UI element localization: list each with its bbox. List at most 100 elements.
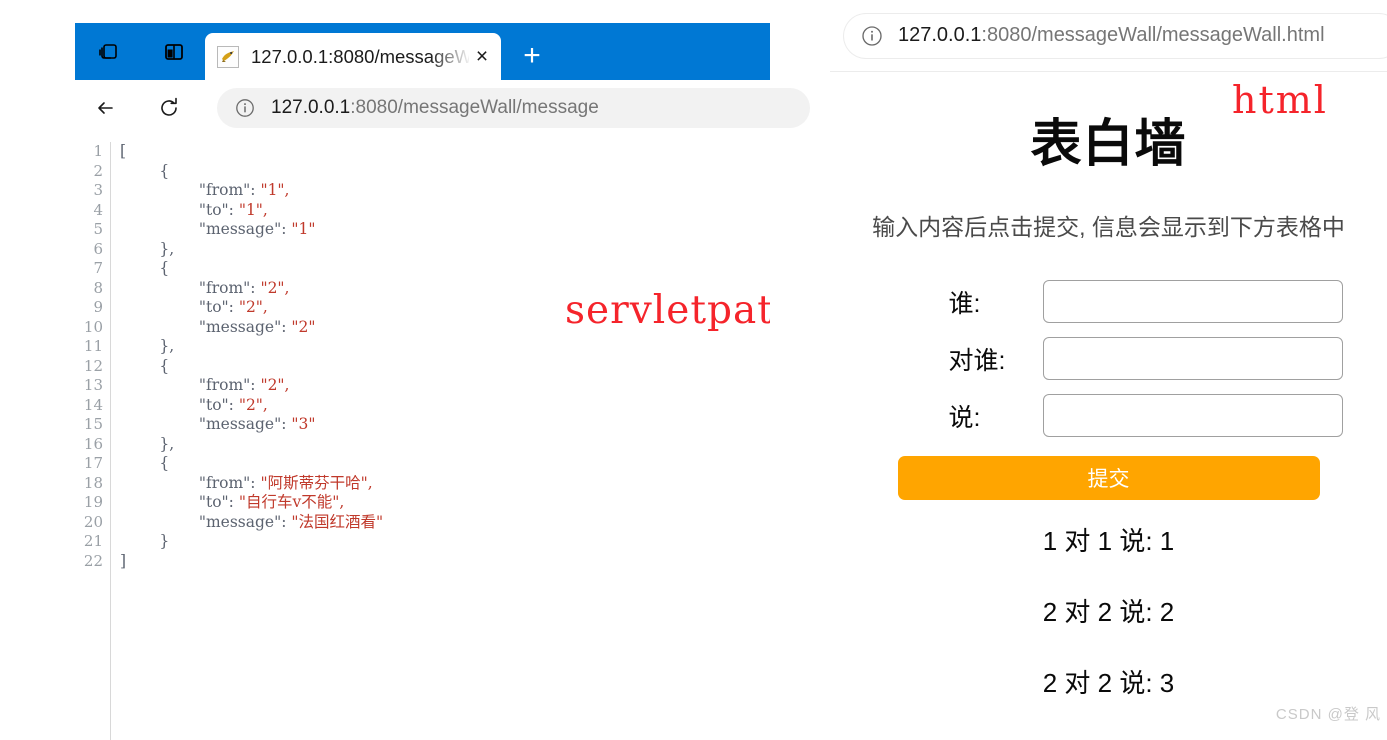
json-punctuation: [ (120, 142, 127, 160)
edge-browser-window: 127.0.0.1:8080/messageWall/mes × + (75, 23, 810, 740)
line-number: 21 (83, 532, 103, 550)
message-item: 阿斯蒂芬干哈 对 自行车v不能 说: 法国红酒看 (830, 734, 1387, 740)
line-number: 1 (93, 142, 103, 160)
tab-groups-icon[interactable] (97, 39, 123, 65)
line-number: 19 (83, 493, 103, 511)
json-colon: : (250, 376, 261, 394)
url-host: 127.0.0.1 (898, 24, 982, 46)
line-number: 11 (83, 337, 103, 355)
code-line: }, (120, 240, 770, 260)
json-code-body: [ { "from": "1", "to": "1", "message": "… (111, 142, 770, 740)
reload-icon[interactable] (151, 90, 187, 126)
json-key: "message" (120, 220, 282, 238)
json-value: "2", (260, 376, 290, 394)
url-path: :8080/messageWall/messageWall.html (981, 24, 1325, 46)
json-value: "1", (260, 181, 290, 199)
line-number: 15 (83, 415, 103, 433)
message-item: 1 对 1 说: 1 (1042, 526, 1175, 556)
json-key: "to" (120, 493, 229, 511)
line-number: 3 (93, 181, 103, 199)
line-number: 18 (83, 473, 103, 492)
code-line: ] (120, 552, 770, 572)
right-address-bar[interactable]: 127.0.0.1:8080/messageWall/messageWall.h… (844, 13, 1387, 58)
code-line: "to": "2", (120, 396, 770, 416)
field-input-from[interactable] (1042, 280, 1343, 323)
json-value: "2", (260, 278, 290, 297)
line-number: 7 (93, 259, 103, 277)
new-tab-button[interactable]: + (515, 39, 549, 73)
code-line: { (120, 357, 770, 377)
json-colon: : (250, 181, 261, 199)
field-input-to[interactable] (1042, 337, 1343, 380)
json-key: "from" (120, 181, 251, 199)
json-punctuation: } (120, 532, 170, 550)
json-colon: : (228, 200, 239, 219)
json-key: "to" (120, 200, 229, 219)
split-screen-icon[interactable] (161, 39, 187, 65)
json-key: "from" (120, 376, 251, 394)
back-arrow-icon[interactable] (89, 90, 125, 126)
servletpath-annotation: servletpath (565, 288, 770, 333)
code-line: { (120, 454, 770, 474)
line-number: 12 (83, 356, 103, 375)
form-row: 说: (848, 394, 1387, 437)
json-colon: : (250, 278, 261, 297)
json-punctuation: }, (120, 434, 175, 453)
code-line: }, (120, 435, 770, 455)
json-key: "message" (120, 415, 282, 433)
json-punctuation: { (120, 454, 170, 472)
code-line: "to": "自行车v不能", (120, 493, 770, 513)
csdn-watermark: CSDN @登 风 (1275, 706, 1381, 723)
json-colon: : (228, 395, 239, 414)
json-value: "3" (291, 415, 316, 433)
json-punctuation: { (120, 161, 170, 180)
line-number: 16 (83, 434, 103, 453)
page-subtitle: 输入内容后点击提交, 信息会显示到下方表格中 (872, 214, 1345, 240)
line-number: 20 (83, 512, 103, 531)
tab-title: 127.0.0.1:8080/messageWall/mes (251, 45, 469, 67)
browser-tab[interactable]: 127.0.0.1:8080/messageWall/mes × (205, 33, 501, 80)
json-key: "from" (120, 473, 251, 492)
field-label-to: 对谁: (948, 346, 1006, 375)
url-host: 127.0.0.1 (271, 97, 351, 118)
line-number: 22 (83, 551, 103, 570)
json-colon: : (228, 493, 239, 511)
close-icon[interactable]: × (469, 44, 495, 70)
form-row: 对谁: (848, 337, 1387, 380)
code-line: { (120, 259, 770, 279)
json-value: "阿斯蒂芬干哈", (260, 473, 373, 492)
code-line: }, (120, 337, 770, 357)
json-value: "1", (238, 200, 268, 219)
code-line: "from": "阿斯蒂芬干哈", (120, 474, 770, 494)
url-path: :8080/messageWall/message (350, 97, 599, 118)
line-number: 13 (83, 376, 103, 394)
right-toolbar: 127.0.0.1:8080/messageWall/messageWall.h… (830, 0, 1387, 72)
json-punctuation: { (120, 259, 170, 277)
json-punctuation: }, (120, 239, 175, 258)
browser-titlebar: 127.0.0.1:8080/messageWall/mes × + (75, 23, 770, 80)
code-line: "message": "1" (120, 220, 770, 240)
tomcat-favicon (217, 45, 239, 68)
browser-toolbar: 127.0.0.1:8080/messageWall/message (75, 80, 810, 136)
field-label-message: 说: (948, 403, 981, 432)
submit-button[interactable]: 提交 (897, 456, 1320, 500)
json-key: "from" (120, 278, 251, 297)
titlebar-icon-group (75, 23, 187, 80)
code-line: [ (120, 142, 770, 162)
site-info-icon[interactable] (233, 96, 257, 120)
site-info-icon[interactable] (860, 24, 884, 48)
code-line: "from": "2", (120, 376, 770, 396)
code-line: { (120, 162, 770, 182)
field-input-message[interactable] (1042, 394, 1343, 437)
json-colon: : (250, 473, 261, 492)
json-colon: : (281, 317, 292, 336)
address-bar-text: 127.0.0.1:8080/messageWall/message (271, 97, 599, 119)
line-number: 4 (93, 200, 103, 219)
address-bar[interactable]: 127.0.0.1:8080/messageWall/message (217, 88, 810, 128)
json-value: "1" (291, 220, 316, 238)
code-line: "to": "1", (120, 201, 770, 221)
screenshot-root: 127.0.0.1:8080/messageWall/mes × + (0, 0, 1387, 740)
message-item: 2 对 2 说: 3 (1042, 668, 1175, 698)
line-number: 14 (83, 395, 103, 414)
json-value: "2", (238, 395, 268, 414)
